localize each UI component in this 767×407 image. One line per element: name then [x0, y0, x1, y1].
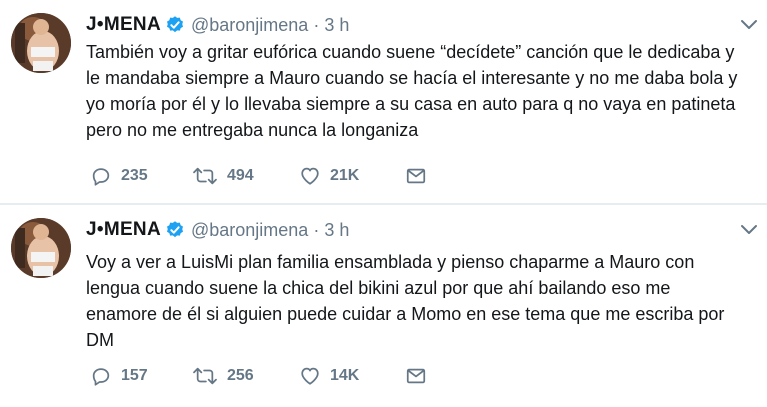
heart-icon [299, 365, 321, 387]
chevron-down-icon[interactable] [739, 223, 759, 237]
retweet-button[interactable]: 256 [192, 365, 299, 387]
tweet-feed: J•MENA @baronjimena · 3 h También voy a … [0, 0, 767, 407]
tweet-actions: 157 256 14K [90, 365, 435, 387]
user-name[interactable]: J•MENA [86, 219, 161, 241]
direct-message-button[interactable] [405, 365, 435, 387]
verified-badge-icon [165, 220, 185, 240]
envelope-icon [405, 365, 427, 387]
heart-icon [299, 165, 321, 187]
timestamp[interactable]: 3 h [324, 15, 349, 36]
timestamp[interactable]: 3 h [324, 220, 349, 241]
separator: · [313, 219, 320, 240]
avatar[interactable] [11, 13, 71, 73]
like-button[interactable]: 14K [299, 365, 405, 387]
avatar-image [11, 218, 71, 278]
user-handle[interactable]: @baronjimena [191, 220, 308, 241]
reply-count: 235 [121, 167, 148, 184]
like-button[interactable]: 21K [299, 165, 405, 187]
tweet[interactable]: J•MENA @baronjimena · 3 h Voy a ver a Lu… [0, 205, 767, 407]
tweet-actions: 235 494 21K [90, 165, 435, 187]
retweet-count: 256 [227, 367, 254, 384]
like-count: 21K [330, 167, 360, 184]
retweet-count: 494 [227, 167, 254, 184]
retweet-icon [192, 365, 218, 387]
avatar-image [11, 13, 71, 73]
retweet-button[interactable]: 494 [192, 165, 299, 187]
verified-badge-icon [165, 15, 185, 35]
direct-message-button[interactable] [405, 165, 435, 187]
reply-button[interactable]: 157 [90, 365, 192, 387]
reply-count: 157 [121, 367, 148, 384]
envelope-icon [405, 165, 427, 187]
user-handle[interactable]: @baronjimena [191, 15, 308, 36]
reply-icon [90, 365, 112, 387]
like-count: 14K [330, 367, 360, 384]
retweet-icon [192, 165, 218, 187]
tweet-text: También voy a gritar eufórica cuando sue… [86, 42, 738, 140]
tweet[interactable]: J•MENA @baronjimena · 3 h También voy a … [0, 0, 767, 204]
separator: · [313, 14, 320, 35]
reply-icon [90, 165, 112, 187]
avatar[interactable] [11, 218, 71, 278]
reply-button[interactable]: 235 [90, 165, 192, 187]
tweet-text: Voy a ver a LuisMi plan familia ensambla… [86, 252, 725, 350]
tweet-header: J•MENA @baronjimena · 3 h [86, 12, 349, 38]
chevron-down-icon[interactable] [739, 18, 759, 32]
tweet-header: J•MENA @baronjimena · 3 h [86, 217, 349, 243]
user-name[interactable]: J•MENA [86, 14, 161, 36]
